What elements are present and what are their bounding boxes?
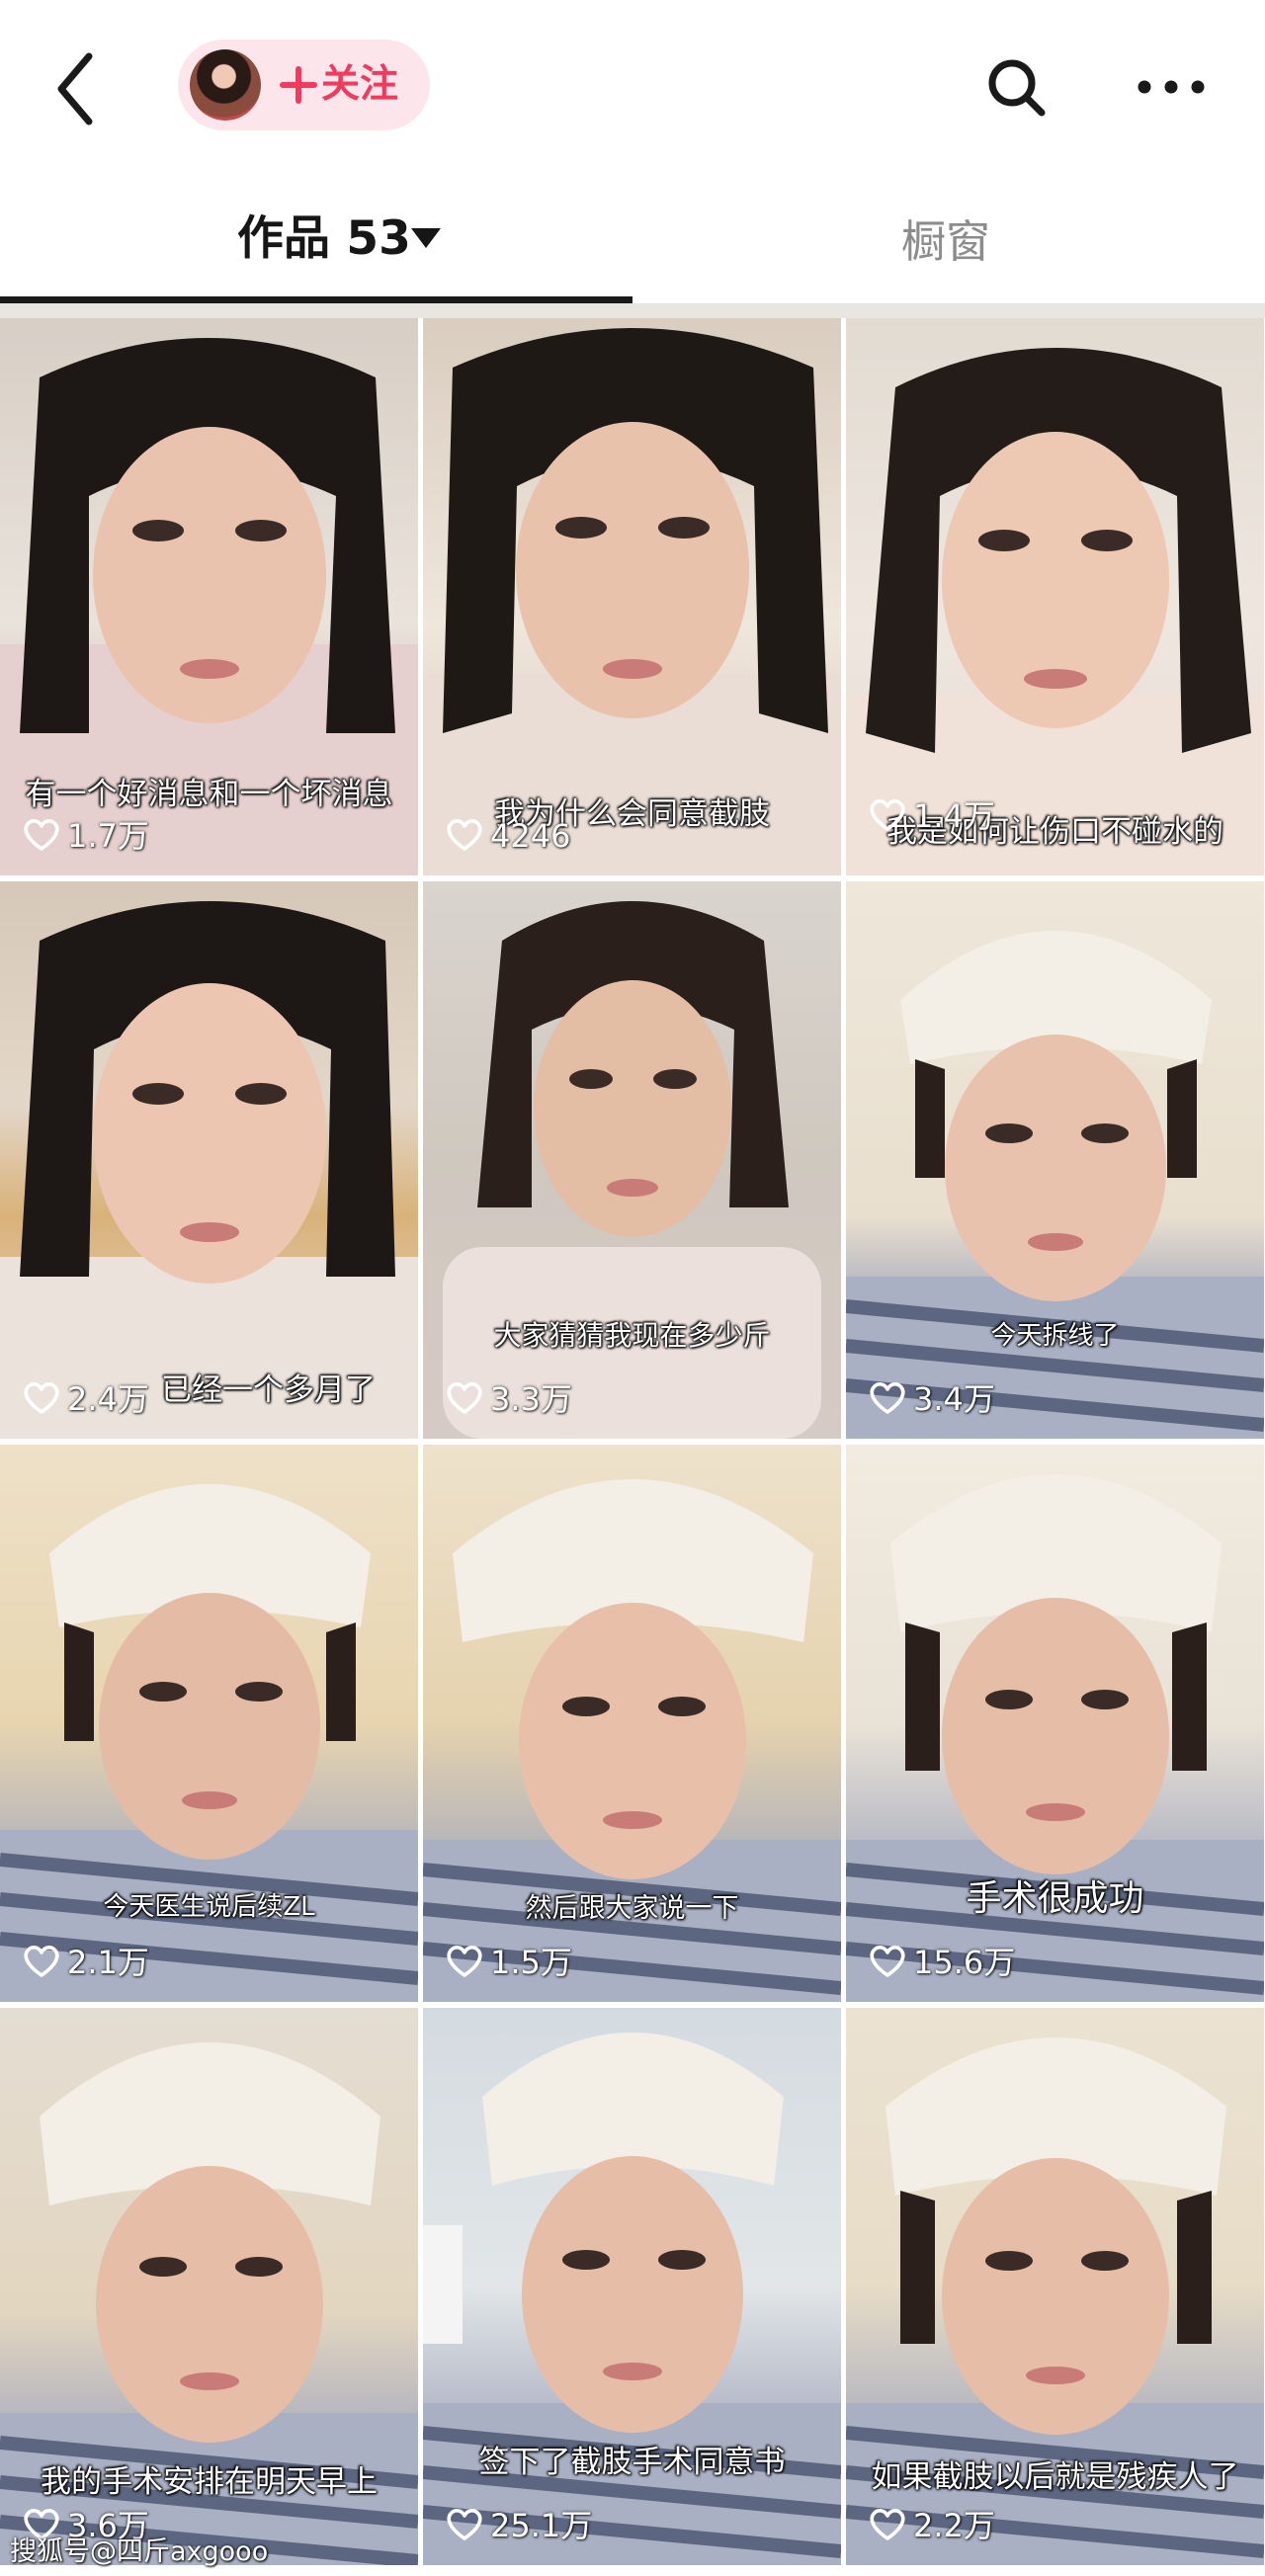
heart-icon [447,2509,482,2540]
like-count-value: 2.2万 [913,2507,995,2544]
avatar [190,49,261,121]
video-caption: 今天医生说后续ZL [103,1892,315,1922]
video-thumbnail[interactable]: 大家猜猜我现在多少斤 3.3万 [423,881,841,1439]
video-caption: 今天拆线了 [990,1321,1120,1351]
video-thumbnail[interactable]: 我是如何让伤口不碰水的 1.4万 [846,318,1264,875]
like-count-value: 15.6万 [913,1944,1016,1981]
video-caption: 有一个好消息和一个坏消息 [25,777,393,812]
video-thumbnail[interactable]: 今天医生说后续ZL 2.1万 [0,1445,418,2002]
video-caption: 如果截肢以后就是残疾人了 [871,2459,1239,2495]
thumbnail-portrait [0,901,418,1439]
heart-icon [24,1382,59,1414]
like-count-value: 4246 [490,817,571,855]
heart-icon [447,1382,482,1414]
video-caption: 我的手术安排在明天早上 [41,2464,378,2500]
like-count: 2.2万 [868,2504,995,2547]
like-count-value: 1.5万 [490,1944,572,1981]
more-horizontal-icon [1138,80,1205,94]
like-count: 2.1万 [22,1941,149,1984]
tab-shop-label: 橱窗 [901,215,991,268]
heart-icon [24,1946,59,1977]
watermark: 搜狐号@四斤axgooo [10,2536,269,2567]
video-thumbnail[interactable]: 已经一个多月了 2.4万 [0,881,418,1439]
follow-label: 关注 [321,62,399,107]
video-thumbnail[interactable]: 然后跟大家说一下 1.5万 [423,1445,841,2002]
video-thumbnail[interactable]: 今天拆线了 3.4万 [846,881,1264,1439]
tab-works[interactable]: 作品 53 [0,188,632,296]
like-count-value: 1.4万 [913,797,995,835]
tab-shop[interactable]: 橱窗 [632,188,1265,296]
like-count: 1.5万 [445,1941,572,1984]
video-caption: 手术很成功 [966,1878,1144,1919]
like-count-value: 2.4万 [67,1380,149,1418]
heart-icon [870,799,905,831]
like-count: 4246 [445,814,570,858]
chevron-left-icon [57,52,93,125]
video-caption: 大家猜猜我现在多少斤 [493,1319,771,1352]
video-thumbnail[interactable]: 我的手术安排在明天早上 3.6万 [0,2008,418,2565]
like-count: 3.3万 [445,1377,572,1421]
search-button[interactable] [978,49,1057,128]
like-count: 2.4万 [22,1377,149,1421]
heart-icon [447,819,482,851]
like-count-value: 3.4万 [913,1380,995,1418]
video-thumbnail[interactable]: 手术很成功 15.6万 [846,1445,1264,2002]
video-thumbnail[interactable]: 有一个好消息和一个坏消息 1.7万 [0,318,418,875]
thumbnail-portrait [423,328,841,875]
video-thumbnail[interactable]: 我为什么会同意截肢 4246 [423,318,841,875]
back-button[interactable] [40,44,109,133]
plus-icon [280,66,317,104]
previous-row-edge [0,303,1265,318]
heart-icon [870,1382,905,1414]
top-bar: 关注 [0,0,1265,173]
heart-icon [870,1946,905,1977]
heart-icon [870,2509,905,2540]
like-count: 15.6万 [868,1941,1015,1984]
heart-icon [447,1946,482,1977]
follow-button[interactable]: 关注 [178,40,430,130]
more-button[interactable] [1132,59,1211,119]
caret-down-icon[interactable] [409,225,443,251]
like-count: 1.4万 [868,794,995,838]
like-count: 3.4万 [868,1377,995,1421]
thumbnail-portrait [846,348,1264,875]
active-tab-indicator [0,296,632,303]
heart-icon [24,819,59,851]
search-icon [988,59,1046,117]
video-thumbnail[interactable]: 签下了截肢手术同意书 25.1万 [423,2008,841,2565]
like-count: 1.7万 [22,814,149,858]
video-grid: 有一个好消息和一个坏消息 1.7万 我为什么会同意截肢 4246 我是如何让伤口… [0,318,1265,2576]
tab-works-label: 作品 53 [237,211,411,266]
like-count-value: 25.1万 [490,2507,593,2544]
video-caption: 然后跟大家说一下 [525,1893,739,1924]
video-caption: 签下了截肢手术同意书 [478,2445,786,2480]
video-thumbnail[interactable]: 如果截肢以后就是残疾人了 2.2万 [846,2008,1264,2565]
like-count-value: 3.3万 [490,1380,572,1418]
like-count: 25.1万 [445,2504,592,2547]
like-count-value: 1.7万 [67,817,149,855]
like-count-value: 2.1万 [67,1944,149,1981]
